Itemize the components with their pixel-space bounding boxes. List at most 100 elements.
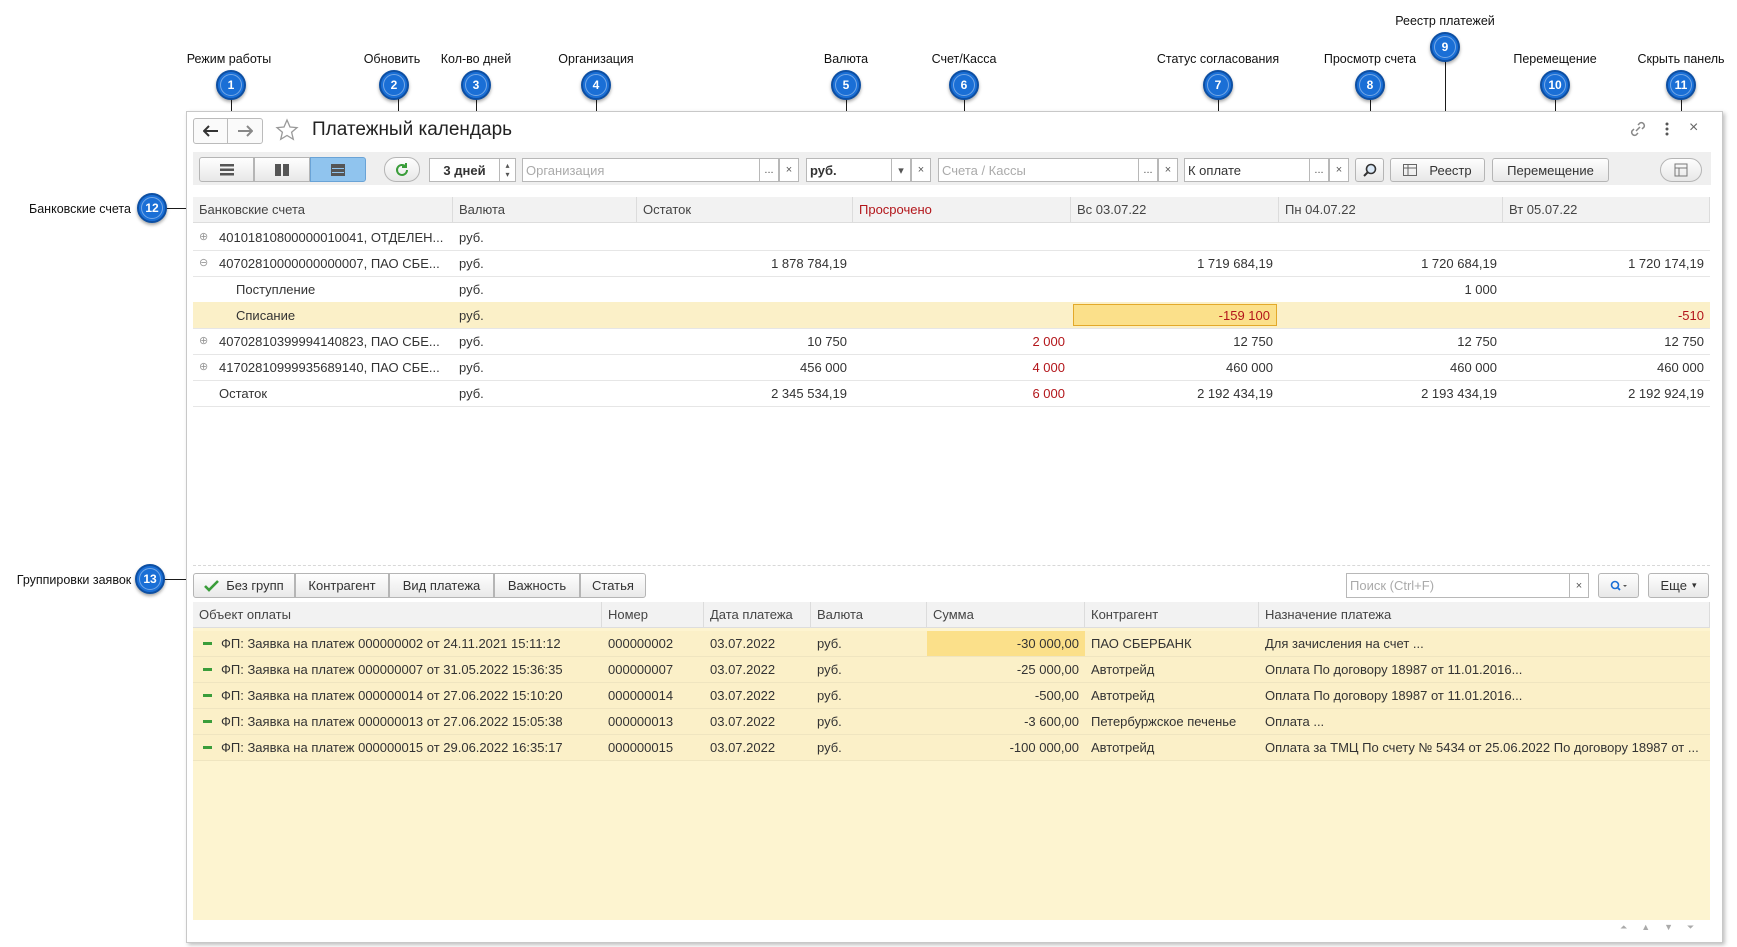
organization-select-button[interactable]: ... [759, 158, 779, 182]
panel-splitter[interactable] [193, 565, 1710, 566]
request-cell[interactable]: Автотрейд [1085, 735, 1259, 760]
account-name-cell[interactable]: Поступление [230, 277, 470, 302]
account-value-cell[interactable] [637, 277, 853, 302]
favorite-button[interactable] [275, 118, 299, 145]
grouping-tab[interactable]: Важность [494, 573, 580, 598]
account-value-cell[interactable]: руб. [453, 277, 637, 302]
grouping-tab[interactable]: Статья [580, 573, 646, 598]
account-value-cell[interactable]: 1 878 784,19 [637, 251, 853, 276]
account-name-cell[interactable]: Списание [230, 303, 470, 328]
account-value-cell[interactable] [853, 225, 1071, 250]
account-value-cell[interactable]: 460 000 [1279, 355, 1503, 380]
account-value-cell[interactable]: 12 750 [1279, 329, 1503, 354]
account-value-cell[interactable] [853, 303, 1071, 328]
scroll-last-icon[interactable]: ⏷ [1687, 922, 1708, 932]
account-name-cell[interactable]: Остаток [213, 381, 453, 406]
account-value-cell[interactable]: 2 193 434,19 [1279, 381, 1503, 406]
request-cell[interactable]: -25 000,00 [927, 657, 1085, 682]
currency-clear-button[interactable]: × [911, 158, 931, 182]
account-value-cell[interactable] [637, 225, 853, 250]
request-cell[interactable]: ФП: Заявка на платеж 000000013 от 27.06.… [215, 709, 602, 734]
request-cell[interactable]: ФП: Заявка на платеж 000000015 от 29.06.… [215, 735, 602, 760]
request-cell[interactable]: -100 000,00 [927, 735, 1085, 760]
account-value-cell[interactable] [1279, 303, 1503, 328]
request-cell[interactable]: руб. [811, 735, 927, 760]
hide-panel-button[interactable] [1660, 158, 1702, 182]
account-value-cell[interactable]: 10 750 [637, 329, 853, 354]
expand-toggle-icon[interactable]: ⊖ [193, 251, 211, 276]
account-name-cell[interactable]: 40101810800000010041, ОТДЕЛЕН... [213, 225, 453, 250]
view-account-button[interactable] [1355, 158, 1384, 182]
account-value-cell[interactable]: 1 720 684,19 [1279, 251, 1503, 276]
expand-toggle-icon[interactable]: ⊕ [193, 225, 211, 250]
account-value-cell[interactable]: 2 192 924,19 [1503, 381, 1710, 406]
days-count-field[interactable]: 3 дней [429, 158, 500, 182]
grouping-tab[interactable]: Вид платежа [389, 573, 494, 598]
request-cell[interactable]: Оплата По договору 18987 от 11.01.2016..… [1259, 657, 1710, 682]
requests-column-header[interactable]: Контрагент [1085, 602, 1259, 627]
request-cell[interactable]: 000000002 [602, 631, 704, 656]
request-cell[interactable]: ФП: Заявка на платеж 000000002 от 24.11.… [215, 631, 602, 656]
account-value-cell[interactable]: 12 750 [1071, 329, 1279, 354]
request-cell[interactable]: Петербуржское печенье [1085, 709, 1259, 734]
request-cell[interactable]: 03.07.2022 [704, 683, 811, 708]
account-value-cell[interactable] [637, 303, 853, 328]
request-cell[interactable]: 000000014 [602, 683, 704, 708]
requests-column-header[interactable]: Валюта [811, 602, 927, 627]
currency-field[interactable]: руб. [806, 158, 892, 182]
account-value-cell[interactable] [853, 251, 1071, 276]
registry-button[interactable]: Реестр [1390, 158, 1485, 182]
mode-table-button[interactable] [310, 157, 366, 182]
account-value-cell[interactable]: 4 000 [853, 355, 1071, 380]
link-button[interactable] [1629, 120, 1647, 141]
transfer-button[interactable]: Перемещение [1492, 158, 1609, 182]
account-value-cell[interactable]: руб. [453, 303, 637, 328]
account-value-cell[interactable]: 456 000 [637, 355, 853, 380]
request-cell[interactable]: руб. [811, 657, 927, 682]
account-name-cell[interactable]: 40702810000000000007, ПАО СБЕ... [213, 251, 453, 276]
requests-column-header[interactable]: Сумма [927, 602, 1085, 627]
currency-dropdown-button[interactable]: ▾ [891, 158, 911, 182]
account-value-cell[interactable]: руб. [453, 355, 637, 380]
grouping-tab[interactable]: Без групп [193, 573, 295, 598]
accounts-column-header[interactable]: Вт 05.07.22 [1503, 197, 1710, 222]
accounts-select-button[interactable]: ... [1138, 158, 1158, 182]
search-clear-button[interactable]: × [1569, 573, 1589, 598]
status-select-button[interactable]: ... [1309, 158, 1329, 182]
account-name-cell[interactable]: 40702810399994140823, ПАО СБЕ... [213, 329, 453, 354]
scroll-up-icon[interactable]: ▲ [1641, 922, 1664, 932]
request-cell[interactable]: руб. [811, 631, 927, 656]
request-cell[interactable]: ФП: Заявка на платеж 000000014 от 27.06.… [215, 683, 602, 708]
account-value-cell[interactable]: -159 100 [1073, 304, 1277, 326]
account-value-cell[interactable]: 2 000 [853, 329, 1071, 354]
mode-columns-button[interactable] [254, 157, 310, 182]
account-value-cell[interactable]: -510 [1503, 303, 1710, 328]
request-cell[interactable]: Оплата ... [1259, 709, 1710, 734]
request-cell[interactable]: Оплата за ТМЦ По счету № 5434 от 25.06.2… [1259, 735, 1710, 760]
request-cell[interactable]: руб. [811, 683, 927, 708]
account-value-cell[interactable]: 460 000 [1071, 355, 1279, 380]
account-value-cell[interactable] [1071, 225, 1279, 250]
accounts-column-header[interactable]: Валюта [453, 197, 637, 222]
mode-list-button[interactable] [199, 157, 254, 182]
accounts-column-header[interactable]: Вс 03.07.22 [1071, 197, 1279, 222]
account-value-cell[interactable]: 1 719 684,19 [1071, 251, 1279, 276]
requests-column-header[interactable]: Назначение платежа [1259, 602, 1710, 627]
account-value-cell[interactable]: руб. [453, 381, 637, 406]
request-cell[interactable]: Для зачисления на счет ... [1259, 631, 1710, 656]
request-cell[interactable]: 000000007 [602, 657, 704, 682]
accounts-field[interactable]: Счета / Кассы [938, 158, 1139, 182]
more-button[interactable]: Еще ▾ [1648, 573, 1709, 598]
request-cell[interactable]: ФП: Заявка на платеж 000000007 от 31.05.… [215, 657, 602, 682]
account-value-cell[interactable]: руб. [453, 251, 637, 276]
account-value-cell[interactable]: 460 000 [1503, 355, 1710, 380]
request-cell[interactable]: 03.07.2022 [704, 657, 811, 682]
accounts-column-header[interactable]: Остаток [637, 197, 853, 222]
account-name-cell[interactable]: 41702810999935689140, ПАО СБЕ... [213, 355, 453, 380]
request-cell[interactable]: 000000013 [602, 709, 704, 734]
request-cell[interactable]: -500,00 [927, 683, 1085, 708]
requests-column-header[interactable]: Номер [602, 602, 704, 627]
account-value-cell[interactable]: 2 192 434,19 [1071, 381, 1279, 406]
organization-clear-button[interactable]: × [779, 158, 799, 182]
scroll-first-icon[interactable]: ⏶ [1620, 922, 1641, 932]
